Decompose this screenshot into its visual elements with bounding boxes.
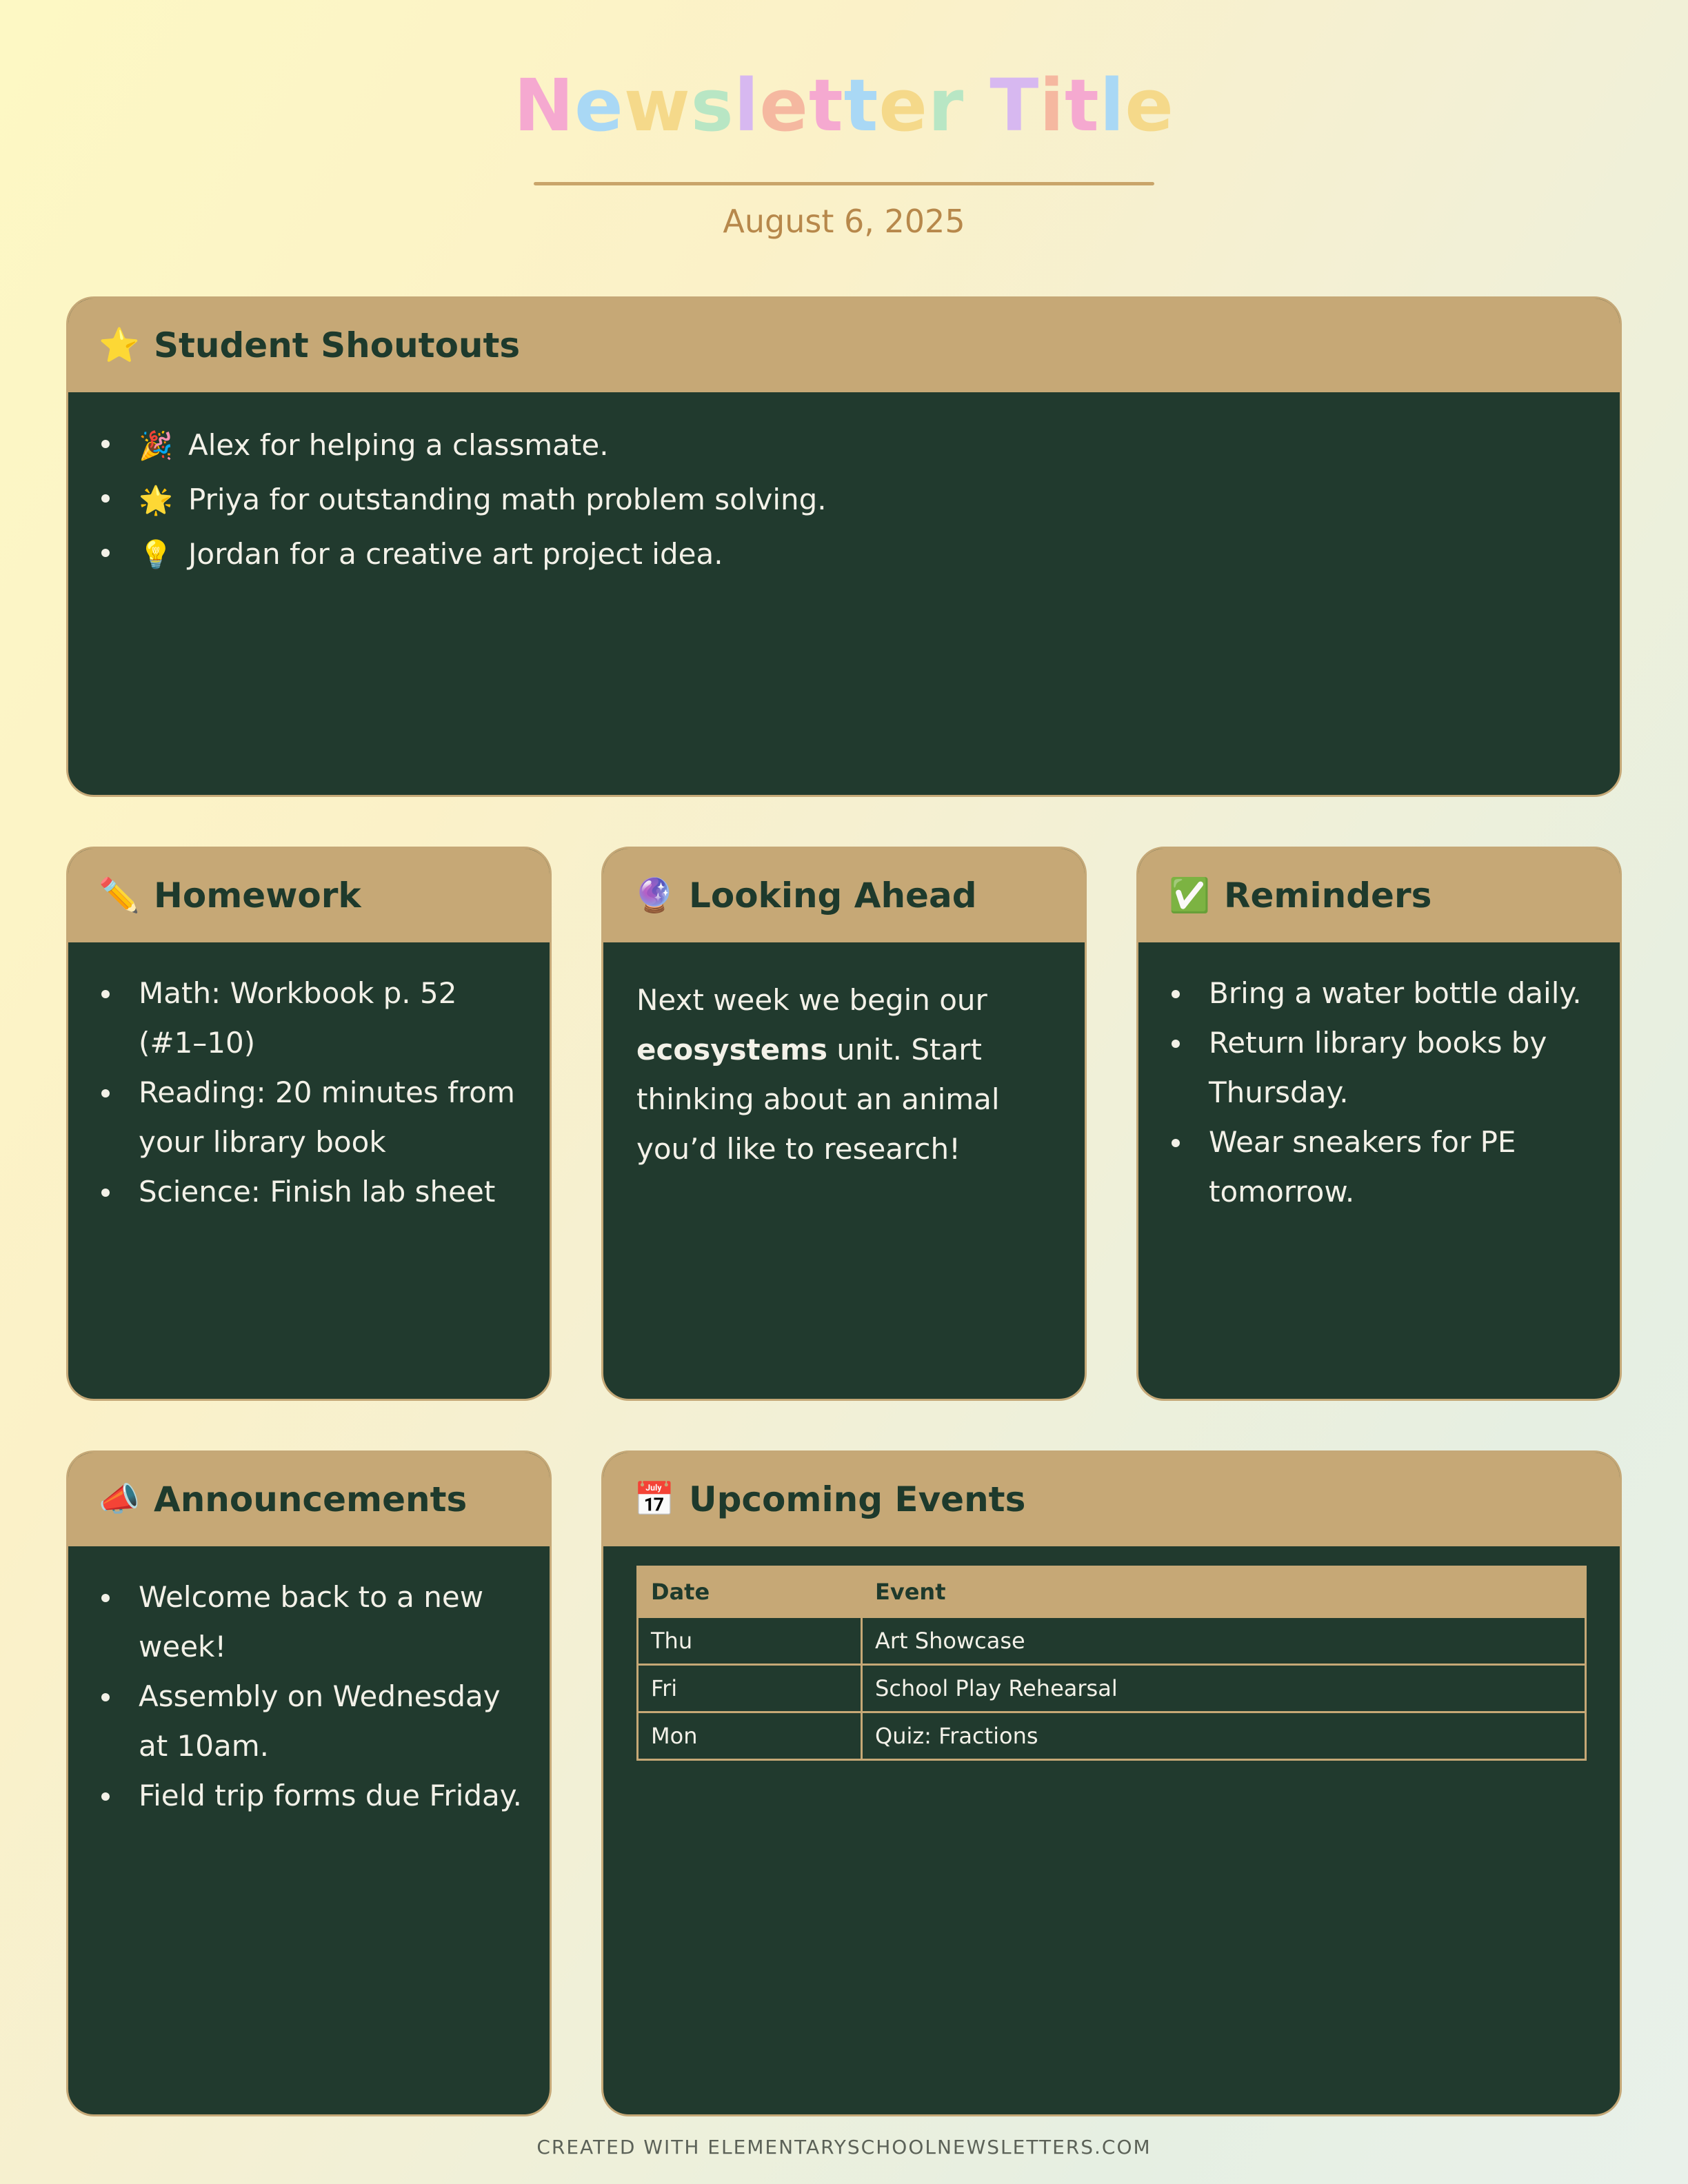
title-letter: e bbox=[878, 63, 928, 148]
list-item: Bring a water bottle daily. bbox=[1138, 969, 1620, 1018]
shoutout-text: Priya for outstanding math problem solvi… bbox=[188, 483, 827, 516]
list-item: 💡 Jordan for a creative art project idea. bbox=[68, 527, 1620, 582]
event-date: Thu bbox=[636, 1616, 863, 1666]
events-card: 📅 Upcoming Events Date Event Thu Art Sho… bbox=[601, 1450, 1622, 2116]
list-item: Science: Finish lab sheet bbox=[68, 1167, 550, 1217]
looking-ahead-header: 🔮 Looking Ahead bbox=[603, 849, 1085, 942]
looking-ahead-highlight: ecosystems bbox=[636, 1033, 827, 1066]
title-letter: l bbox=[1099, 63, 1125, 148]
title-letter bbox=[964, 54, 989, 157]
title-letter: e bbox=[759, 63, 809, 148]
footer-credit: CREATED WITH ELEMENTARYSCHOOLNEWSLETTERS… bbox=[536, 2136, 1152, 2158]
pencil-icon: ✏️ bbox=[99, 876, 140, 915]
announcements-list: Welcome back to a new week! Assembly on … bbox=[68, 1573, 550, 1821]
title-letter: l bbox=[734, 63, 760, 148]
party-popper-icon: 🎉 bbox=[139, 430, 173, 462]
homework-card: ✏️ Homework Math: Workbook p. 52 (#1–10)… bbox=[66, 847, 552, 1401]
list-item: Return library books by Thursday. bbox=[1138, 1018, 1620, 1118]
reminders-title: Reminders bbox=[1224, 876, 1432, 916]
title-letter: T bbox=[989, 63, 1040, 148]
newsletter-date: August 6, 2025 bbox=[723, 203, 965, 240]
calendar-icon: 📅 bbox=[634, 1480, 675, 1519]
column-header-event: Event bbox=[861, 1566, 1587, 1618]
glowing-star-icon: 🌟 bbox=[139, 485, 173, 516]
title-letter: s bbox=[690, 63, 734, 148]
looking-ahead-card: 🔮 Looking Ahead Next week we begin our e… bbox=[601, 847, 1087, 1401]
list-item: 🌟 Priya for outstanding math problem solv… bbox=[68, 473, 1620, 527]
title-letter: i bbox=[1039, 63, 1065, 148]
shoutouts-list: 🎉 Alex for helping a classmate. 🌟 Priya fo… bbox=[68, 418, 1620, 582]
looking-ahead-text: Next week we begin our ecosystems unit. … bbox=[603, 942, 1085, 1174]
homework-header: ✏️ Homework bbox=[68, 849, 550, 942]
announcements-card: 📣 Announcements Welcome back to a new we… bbox=[66, 1450, 552, 2116]
event-date: Fri bbox=[636, 1664, 863, 1713]
shoutouts-card: ⭐ Student Shoutouts 🎉 Alex for helping a … bbox=[66, 296, 1622, 797]
reminders-header: ✅ Reminders bbox=[1138, 849, 1620, 942]
title-letter: w bbox=[623, 63, 691, 148]
reminders-card: ✅ Reminders Bring a water bottle daily. … bbox=[1136, 847, 1622, 1401]
reminders-body: Bring a water bottle daily. Return libra… bbox=[1138, 942, 1620, 1217]
newsletter-title: Newsletter Title bbox=[0, 54, 1688, 157]
events-table: Date Event Thu Art Showcase Fri School P… bbox=[636, 1566, 1587, 1761]
lightbulb-icon: 💡 bbox=[139, 539, 173, 571]
reminders-list: Bring a water bottle daily. Return libra… bbox=[1138, 969, 1620, 1217]
star-icon: ⭐ bbox=[99, 326, 140, 365]
events-header: 📅 Upcoming Events bbox=[603, 1453, 1620, 1546]
announcements-header: 📣 Announcements bbox=[68, 1453, 550, 1546]
homework-title: Homework bbox=[154, 876, 361, 916]
homework-body: Math: Workbook p. 52 (#1–10) Reading: 20… bbox=[68, 942, 550, 1217]
list-item: Wear sneakers for PE tomorrow. bbox=[1138, 1118, 1620, 1217]
title-divider bbox=[534, 182, 1154, 185]
title-letter: t bbox=[843, 63, 879, 148]
title-letter: t bbox=[808, 63, 844, 148]
title-letter: N bbox=[514, 63, 575, 148]
shoutouts-title: Student Shoutouts bbox=[154, 325, 521, 365]
table-row: Thu Art Showcase bbox=[636, 1616, 1587, 1666]
table-row: Mon Quiz: Fractions bbox=[636, 1711, 1587, 1761]
shoutouts-body: 🎉 Alex for helping a classmate. 🌟 Priya fo… bbox=[68, 392, 1620, 582]
event-name: Quiz: Fractions bbox=[861, 1711, 1587, 1761]
shoutouts-header: ⭐ Student Shoutouts bbox=[68, 299, 1620, 392]
list-item: Field trip forms due Friday. bbox=[68, 1771, 550, 1821]
list-item: 🎉 Alex for helping a classmate. bbox=[68, 418, 1620, 473]
list-item: Assembly on Wednesday at 10am. bbox=[68, 1672, 550, 1771]
looking-ahead-text-part: Next week we begin our bbox=[636, 983, 987, 1017]
events-title: Upcoming Events bbox=[689, 1479, 1026, 1519]
crystal-ball-icon: 🔮 bbox=[634, 876, 675, 915]
title-letter: e bbox=[574, 63, 624, 148]
list-item: Welcome back to a new week! bbox=[68, 1573, 550, 1672]
column-header-date: Date bbox=[636, 1566, 863, 1618]
megaphone-icon: 📣 bbox=[99, 1480, 140, 1519]
shoutout-text: Alex for helping a classmate. bbox=[188, 428, 609, 462]
table-row: Fri School Play Rehearsal bbox=[636, 1664, 1587, 1713]
event-name: Art Showcase bbox=[861, 1616, 1587, 1666]
event-name: School Play Rehearsal bbox=[861, 1664, 1587, 1713]
shoutout-text: Jordan for a creative art project idea. bbox=[188, 537, 723, 571]
looking-ahead-title: Looking Ahead bbox=[689, 876, 977, 916]
title-letter: r bbox=[927, 63, 965, 148]
homework-list: Math: Workbook p. 52 (#1–10) Reading: 20… bbox=[68, 969, 550, 1217]
title-letter: t bbox=[1064, 63, 1100, 148]
list-item: Reading: 20 minutes from your library bo… bbox=[68, 1068, 550, 1167]
announcements-body: Welcome back to a new week! Assembly on … bbox=[68, 1546, 550, 1821]
title-letter: e bbox=[1125, 63, 1174, 148]
announcements-title: Announcements bbox=[154, 1479, 468, 1519]
check-mark-icon: ✅ bbox=[1169, 876, 1210, 915]
event-date: Mon bbox=[636, 1711, 863, 1761]
list-item: Math: Workbook p. 52 (#1–10) bbox=[68, 969, 550, 1068]
table-header-row: Date Event bbox=[636, 1566, 1587, 1618]
